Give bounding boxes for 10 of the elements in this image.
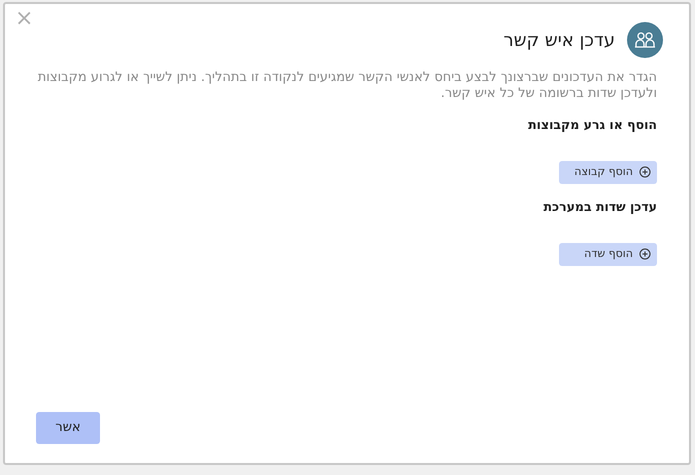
confirm-button[interactable]: אשר [36, 412, 100, 444]
description-text: הגדר את העדכונים שברצונך לבצע ביחס לאנשי הקשר שמגיעים לנקודה זו בתהליך. ניתן לשייך או לגרוע מקבוצות ולעדכן שדות ברשומה של כל איש קשר. [36, 70, 658, 102]
add-button[interactable]: הוסף קבוצה [559, 160, 657, 184]
dialog-title: עדכן איש קשר [504, 28, 615, 52]
add-button[interactable]: הוסף שדה [559, 242, 657, 266]
plus-circle-icon [639, 166, 651, 178]
contacts-icon [627, 22, 663, 58]
section-heading: הוסף או גרע מקבוצות [528, 116, 657, 134]
section-heading: עדכן שדות במערכת [543, 198, 657, 216]
plus-circle-icon [639, 248, 651, 260]
